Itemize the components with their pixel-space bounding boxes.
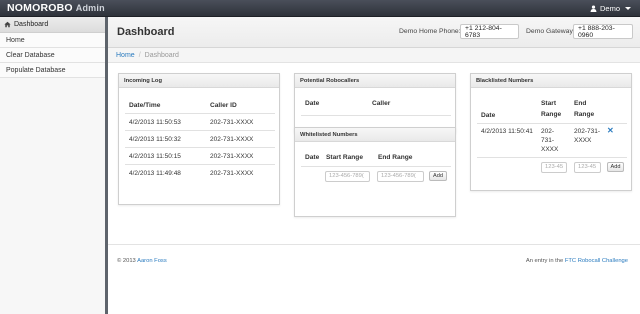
user-menu[interactable]: Demo [590,4,631,13]
blacklist-add-button[interactable]: Add [607,162,624,172]
blacklist-end: XXXX [574,137,592,144]
log-caller-id: 202-731-XXXX [210,153,254,160]
home-phone-label: Demo Home Phone: [399,28,461,35]
sidebar-item-dashboard[interactable]: Dashboard [0,17,105,33]
whitelist-start-input[interactable]: 123-456-789( [325,171,370,182]
log-datetime: 4/2/2013 11:50:32 [129,136,181,143]
user-icon [590,5,597,12]
breadcrumb: Home / Dashboard [108,48,640,63]
footer: © 2013 Aaron Foss An entry in the FTC Ro… [108,244,640,284]
author-link[interactable]: Aaron Foss [137,258,167,264]
sidebar-item-home[interactable]: Home [0,33,105,48]
column-header-end-range: Range [574,111,595,118]
row-divider [125,164,275,165]
brand-logo[interactable]: NOMOROBO Admin [7,2,105,14]
blacklist-end: 202-731- [574,128,601,135]
column-header-date: Date [481,112,496,119]
sidebar-item-label: Populate Database [6,66,66,74]
whitelist-add-button[interactable]: Add [429,171,447,181]
panel-title: Incoming Log [119,74,279,88]
breadcrumb-separator: / [138,51,141,59]
top-navbar: NOMOROBO Admin Demo [0,0,640,17]
row-divider [125,147,275,148]
sidebar-item-clear-database[interactable]: Clear Database [0,48,105,63]
log-datetime: 4/2/2013 11:50:53 [129,119,181,126]
blacklist-end-input[interactable]: 123-45 [574,162,601,173]
copyright-text: © 2013 [117,258,136,264]
sidebar-item-label: Dashboard [14,21,49,28]
sidebar-item-populate-database[interactable]: Populate Database [0,63,105,78]
log-caller-id: 202-731-XXXX [210,170,254,177]
blacklist-start: 731- [541,137,555,144]
blacklist-start: 202- [541,128,555,135]
home-icon [4,21,11,28]
panel-title: Whitelisted Numbers [295,128,455,142]
column-header-start-range: Start Range [326,154,364,161]
sidebar-item-label: Clear Database [6,51,55,59]
column-header-datetime: Date/Time [129,102,161,109]
breadcrumb-current: Dashboard [144,51,179,59]
brand-name: NOMOROBO [7,2,73,14]
incoming-log-panel: Incoming Log Date/Time Caller ID 4/2/201… [118,73,280,205]
log-caller-id: 202-731-XXXX [210,119,254,126]
row-divider [477,123,627,124]
chevron-down-icon [625,7,631,10]
gateway-label: Demo Gateway: [526,28,575,35]
brand-suffix: Admin [75,3,105,13]
main-content: Dashboard Demo Home Phone: +1 212-804-67… [108,17,640,314]
page-header: Dashboard Demo Home Phone: +1 212-804-67… [108,17,640,48]
breadcrumb-home-link[interactable]: Home [116,52,135,59]
blacklist-date: 4/2/2013 11:50:41 [481,128,533,135]
column-header-caller: Caller [372,100,391,107]
page-title: Dashboard [117,26,175,38]
user-name: Demo [599,4,620,13]
row-divider [125,113,275,114]
row-divider [301,166,451,167]
log-datetime: 4/2/2013 11:49:48 [129,170,181,177]
gateway-value: +1 888-203-0960 [573,24,633,39]
sidebar-item-label: Home [6,36,25,44]
home-phone-value: +1 212-804-6783 [460,24,519,39]
column-header-start: Start [541,100,557,107]
blacklist-start: XXXX [541,146,559,153]
panel-title: Blacklisted Numbers [471,74,631,88]
column-header-end: End [574,100,587,107]
row-divider [477,157,627,158]
potential-robocallers-panel: Potential Robocallers Date Caller [294,73,456,133]
panel-title: Potential Robocallers [295,74,455,88]
footer-entry: An entry in the FTC Robocall Challenge [526,258,628,264]
row-divider [125,130,275,131]
entry-text: An entry in the [525,258,564,264]
log-datetime: 4/2/2013 11:50:15 [129,153,181,160]
column-header-date: Date [305,154,320,161]
whitelisted-numbers-panel: Whitelisted Numbers Date Start Range End… [294,127,456,217]
blacklist-start-input[interactable]: 123-45 [541,162,567,173]
column-header-caller-id: Caller ID [210,102,237,109]
blacklisted-numbers-panel: Blacklisted Numbers Date Start Range End… [470,73,632,191]
column-header-end-range: End Range [378,154,413,161]
sidebar: Dashboard Home Clear Database Populate D… [0,17,108,314]
remove-icon[interactable]: ✕ [607,126,614,135]
whitelist-end-input[interactable]: 123-456-789( [377,171,424,182]
column-header-start-range: Range [541,111,562,118]
footer-copyright: © 2013 Aaron Foss [117,258,167,264]
column-header-date: Date [305,100,320,107]
row-divider [301,115,451,116]
log-caller-id: 202-731-XXXX [210,136,254,143]
challenge-link[interactable]: FTC Robocall Challenge [565,258,628,264]
